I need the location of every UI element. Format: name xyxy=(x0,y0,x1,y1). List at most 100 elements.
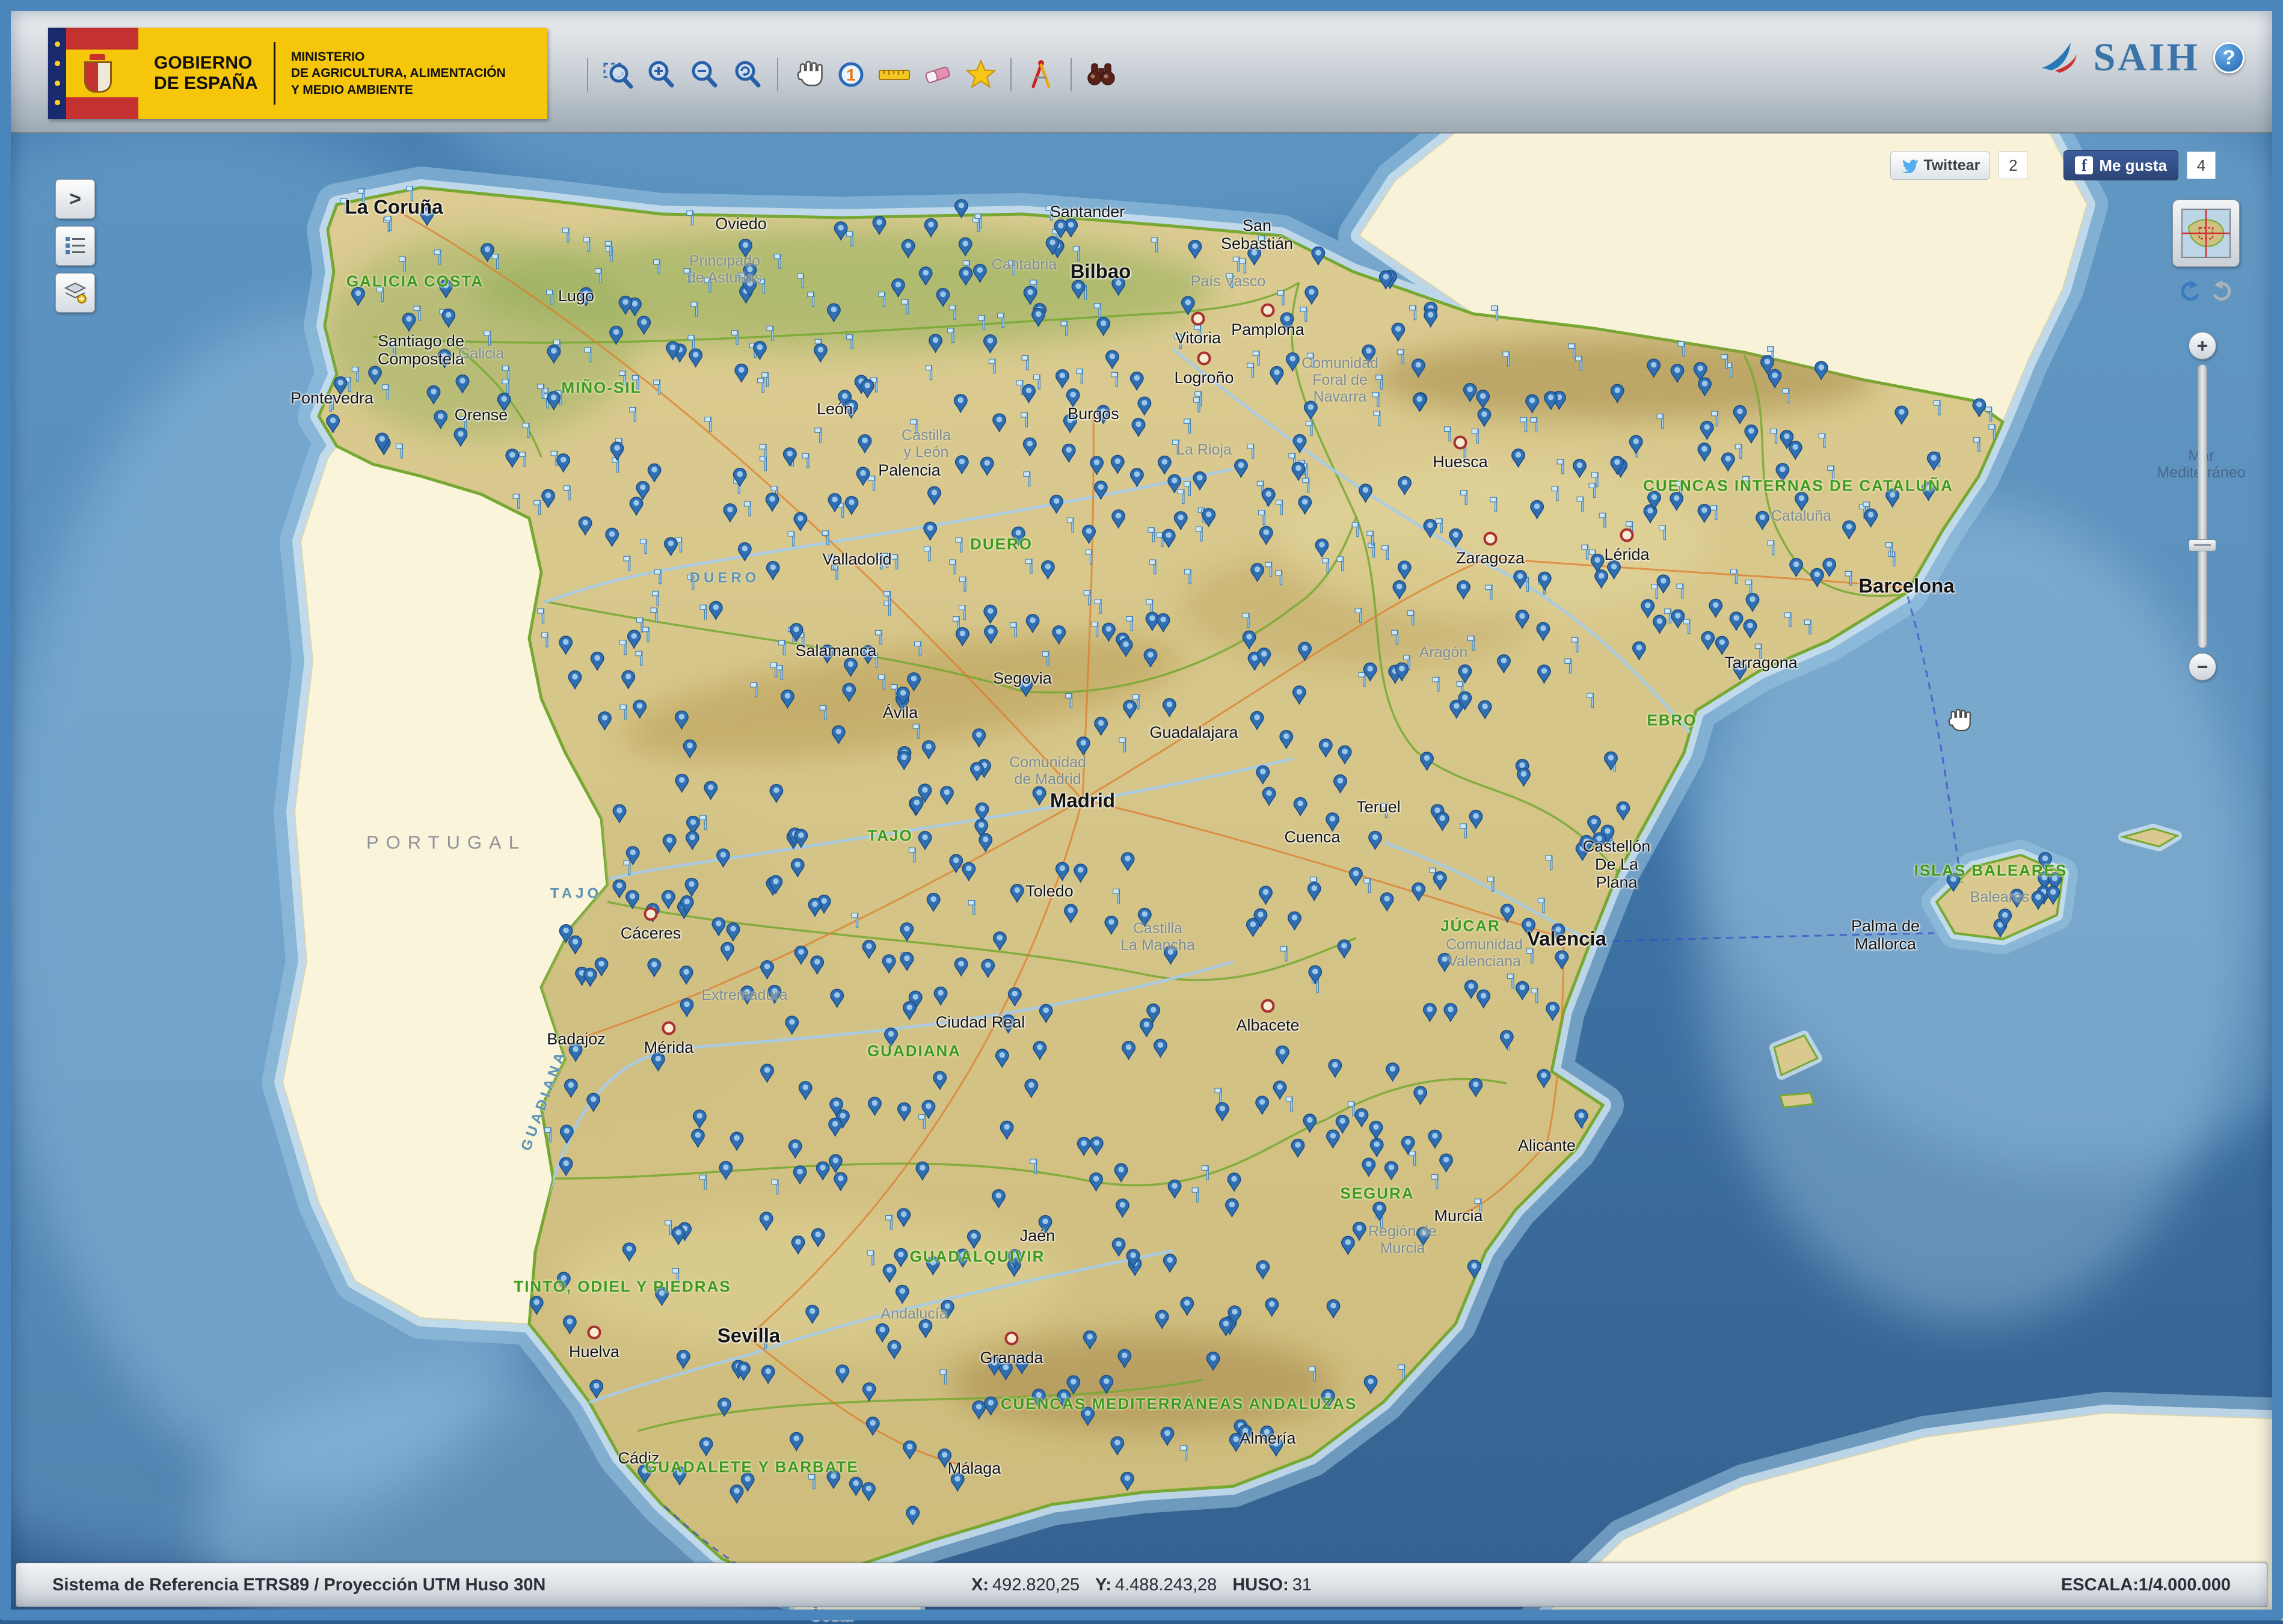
station-pin-marker[interactable] xyxy=(868,1097,881,1115)
station-pin-marker[interactable] xyxy=(1116,1199,1129,1217)
station-pin-marker[interactable] xyxy=(794,829,807,847)
station-pin-marker[interactable] xyxy=(1362,345,1375,363)
station-pin-marker[interactable] xyxy=(730,1132,743,1150)
station-pin-marker[interactable] xyxy=(906,1506,919,1524)
station-gauge-marker[interactable] xyxy=(1569,344,1575,358)
station-pin-marker[interactable] xyxy=(1698,443,1710,461)
station-pin-marker[interactable] xyxy=(1555,951,1568,969)
station-pin-marker[interactable] xyxy=(1478,700,1491,719)
station-gauge-marker[interactable] xyxy=(875,630,882,645)
station-pin-marker[interactable] xyxy=(610,326,622,344)
station-pin-marker[interactable] xyxy=(587,1093,600,1111)
station-pin-marker[interactable] xyxy=(836,1365,849,1383)
zoom-slider-track[interactable] xyxy=(2198,364,2207,648)
station-pin-marker[interactable] xyxy=(1789,441,1802,459)
station-gauge-marker[interactable] xyxy=(774,254,781,269)
station-pin-marker[interactable] xyxy=(1436,812,1449,830)
station-gauge-marker[interactable] xyxy=(700,815,707,830)
station-pin-marker[interactable] xyxy=(791,859,804,877)
station-pin-marker[interactable] xyxy=(924,219,937,237)
station-pin-marker[interactable] xyxy=(903,1002,916,1020)
station-pin-marker[interactable] xyxy=(334,377,346,395)
station-pin-marker[interactable] xyxy=(1072,280,1084,298)
station-pin-marker[interactable] xyxy=(1617,802,1629,820)
station-pin-marker[interactable] xyxy=(781,690,794,708)
station-pin-marker[interactable] xyxy=(761,1064,773,1082)
station-gauge-marker[interactable] xyxy=(1009,261,1015,275)
station-pin-marker[interactable] xyxy=(1438,954,1451,972)
station-gauge-marker[interactable] xyxy=(1113,889,1120,904)
station-pin-marker[interactable] xyxy=(790,624,803,642)
station-pin-marker[interactable] xyxy=(1074,864,1087,882)
station-gauge-marker[interactable] xyxy=(1286,1097,1292,1111)
station-gauge-marker[interactable] xyxy=(1652,584,1658,599)
station-pin-marker[interactable] xyxy=(560,1157,573,1175)
station-gauge-marker[interactable] xyxy=(772,1180,778,1194)
station-gauge-marker[interactable] xyxy=(503,366,509,381)
station-gauge-marker[interactable] xyxy=(1364,878,1371,893)
favorites-button[interactable] xyxy=(962,56,1000,93)
station-pin-marker[interactable] xyxy=(1121,853,1134,871)
station-pin-marker[interactable] xyxy=(1309,966,1321,984)
station-gauge-marker[interactable] xyxy=(1034,375,1040,389)
station-pin-marker[interactable] xyxy=(883,1264,896,1282)
station-pin-marker[interactable] xyxy=(863,1383,876,1401)
station-pin-marker[interactable] xyxy=(1531,500,1543,518)
station-pin-marker[interactable] xyxy=(844,658,857,676)
station-pin-marker[interactable] xyxy=(1412,883,1425,901)
station-pin-marker[interactable] xyxy=(689,349,702,367)
station-gauge-marker[interactable] xyxy=(1565,659,1572,673)
station-pin-marker[interactable] xyxy=(850,1477,862,1495)
station-pin-marker[interactable] xyxy=(768,985,781,1004)
station-pin-marker[interactable] xyxy=(1265,1298,1278,1316)
station-gauge-marker[interactable] xyxy=(1771,429,1777,443)
station-gauge-marker[interactable] xyxy=(538,384,544,399)
overview-map-button[interactable] xyxy=(2172,200,2240,267)
station-pin-marker[interactable] xyxy=(1097,405,1110,423)
station-pin-marker[interactable] xyxy=(1320,739,1332,757)
station-pin-marker[interactable] xyxy=(630,497,642,515)
station-gauge-marker[interactable] xyxy=(1280,946,1287,961)
station-pin-marker[interactable] xyxy=(1256,1096,1268,1114)
station-gauge-marker[interactable] xyxy=(1355,608,1362,623)
station-pin-marker[interactable] xyxy=(440,280,452,298)
station-gauge-marker[interactable] xyxy=(1468,636,1475,651)
station-gauge-marker[interactable] xyxy=(654,260,660,274)
station-gauge-marker[interactable] xyxy=(924,547,931,561)
station-gauge-marker[interactable] xyxy=(564,486,570,500)
station-gauge-marker[interactable] xyxy=(687,211,693,225)
station-pin-marker[interactable] xyxy=(1398,561,1411,579)
station-gauge-marker[interactable] xyxy=(684,269,690,283)
station-gauge-marker[interactable] xyxy=(1444,427,1451,441)
station-gauge-marker[interactable] xyxy=(358,189,364,203)
station-pin-marker[interactable] xyxy=(951,1473,964,1491)
station-gauge-marker[interactable] xyxy=(867,1251,874,1265)
station-pin-marker[interactable] xyxy=(1315,539,1328,557)
station-pin-marker[interactable] xyxy=(1033,786,1045,804)
station-pin-marker[interactable] xyxy=(992,1190,1005,1208)
station-pin-marker[interactable] xyxy=(1886,489,1899,507)
station-gauge-marker[interactable] xyxy=(653,591,659,605)
station-pin-marker[interactable] xyxy=(1538,665,1550,683)
station-pin-marker[interactable] xyxy=(1097,317,1110,336)
station-gauge-marker[interactable] xyxy=(1490,497,1497,512)
station-pin-marker[interactable] xyxy=(680,999,693,1017)
station-pin-marker[interactable] xyxy=(454,428,467,446)
station-pin-marker[interactable] xyxy=(1392,323,1404,341)
station-pin-marker[interactable] xyxy=(1226,1199,1238,1217)
station-pin-marker[interactable] xyxy=(1514,571,1526,589)
station-gauge-marker[interactable] xyxy=(1303,478,1309,492)
station-pin-marker[interactable] xyxy=(1140,1019,1153,1037)
station-gauge-marker[interactable] xyxy=(1582,545,1588,559)
station-pin-marker[interactable] xyxy=(1064,414,1077,432)
station-gauge-marker[interactable] xyxy=(1030,1159,1037,1174)
zoom-out-button[interactable] xyxy=(686,56,723,93)
station-pin-marker[interactable] xyxy=(1156,1310,1169,1328)
station-pin-marker[interactable] xyxy=(1056,370,1069,388)
station-pin-marker[interactable] xyxy=(1575,1109,1587,1127)
station-pin-marker[interactable] xyxy=(1256,766,1269,784)
station-pin-marker[interactable] xyxy=(636,482,649,500)
station-pin-marker[interactable] xyxy=(1288,912,1301,930)
station-pin-marker[interactable] xyxy=(1501,1031,1513,1049)
station-pin-marker[interactable] xyxy=(1362,1158,1375,1176)
